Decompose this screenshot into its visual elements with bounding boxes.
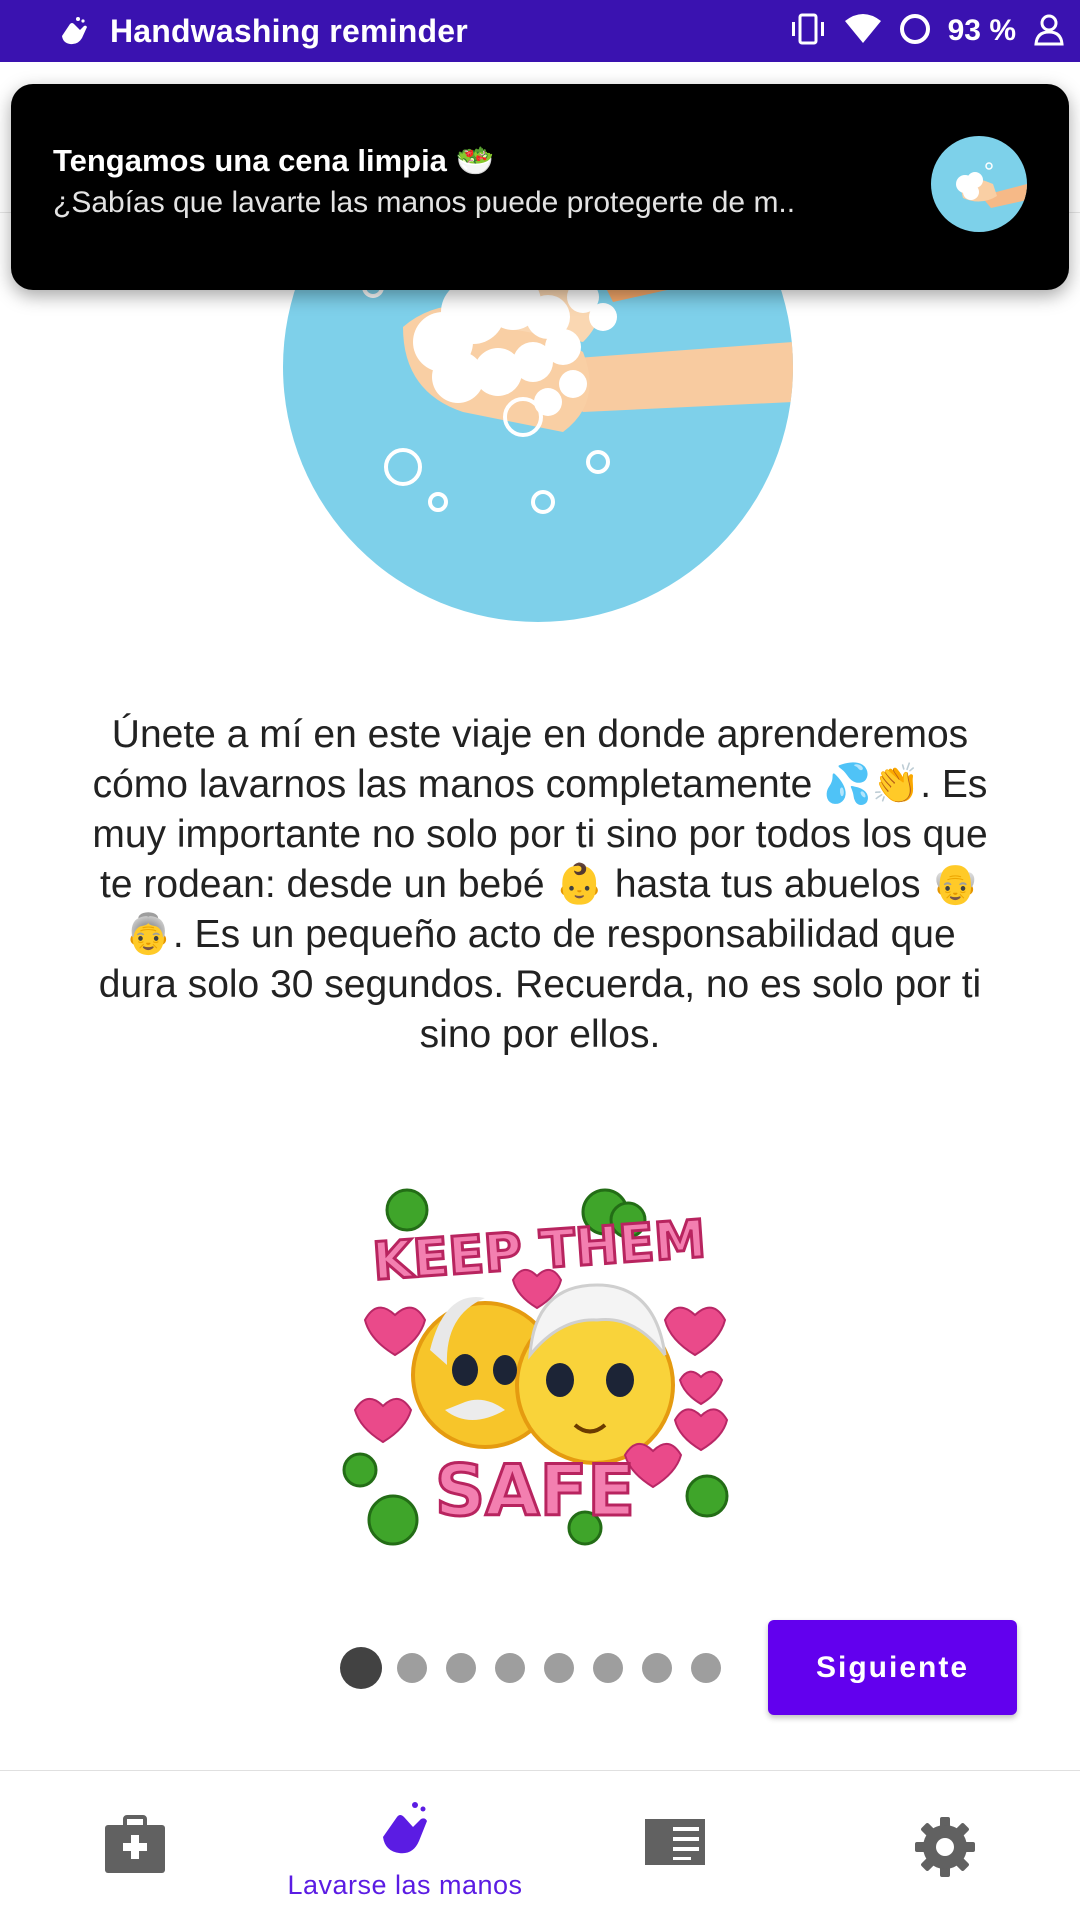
page-dot [397, 1653, 427, 1683]
page-dot [593, 1653, 623, 1683]
page-dot-active [340, 1647, 382, 1689]
notification-thumbnail [931, 136, 1027, 232]
settings-gear-icon [913, 1815, 977, 1884]
sticker-line-2: SAFE [435, 1450, 635, 1532]
status-app-title: Handwashing reminder [110, 12, 468, 49]
nav-item-settings[interactable] [810, 1771, 1080, 1921]
page-indicator [340, 1647, 721, 1689]
battery-ring-icon [898, 12, 932, 51]
notification-body: ¿Sabías que lavarte las manos puede prot… [53, 186, 796, 219]
nav-item-news[interactable] [540, 1771, 810, 1921]
page-dot [544, 1653, 574, 1683]
heads-up-notification[interactable]: Tengamos una cena limpia 🥗 ¿Sabías que l… [11, 84, 1069, 290]
page-dot [642, 1653, 672, 1683]
page-dot [691, 1653, 721, 1683]
news-icon [643, 1815, 707, 1874]
hand-wash-icon [377, 1799, 433, 1864]
status-icons: 93 % [788, 0, 1066, 62]
bottom-navigation: Lavarse las manos [0, 1770, 1080, 1921]
first-aid-kit-icon [103, 1815, 167, 1880]
next-button[interactable]: Siguiente [768, 1620, 1017, 1715]
nav-label-wash-hands: Lavarse las manos [287, 1870, 523, 1900]
nav-item-first-aid[interactable] [0, 1771, 270, 1921]
keep-them-safe-sticker: KEEP THEM SAFE [335, 1180, 745, 1560]
vpn-person-icon [1032, 12, 1066, 51]
vibrate-icon [788, 13, 828, 50]
intro-paragraph: Únete a mí en este viaje en donde aprend… [92, 713, 988, 1056]
page-dot [495, 1653, 525, 1683]
status-bar: Handwashing reminder 93 % [0, 0, 1080, 62]
battery-percent: 93 % [947, 14, 1016, 47]
hand-wash-icon [56, 14, 90, 48]
notification-title: Tengamos una cena limpia 🥗 [53, 143, 495, 178]
nav-item-wash-hands[interactable]: Lavarse las manos [270, 1771, 540, 1921]
page-dot [446, 1653, 476, 1683]
wifi-icon [844, 13, 882, 50]
